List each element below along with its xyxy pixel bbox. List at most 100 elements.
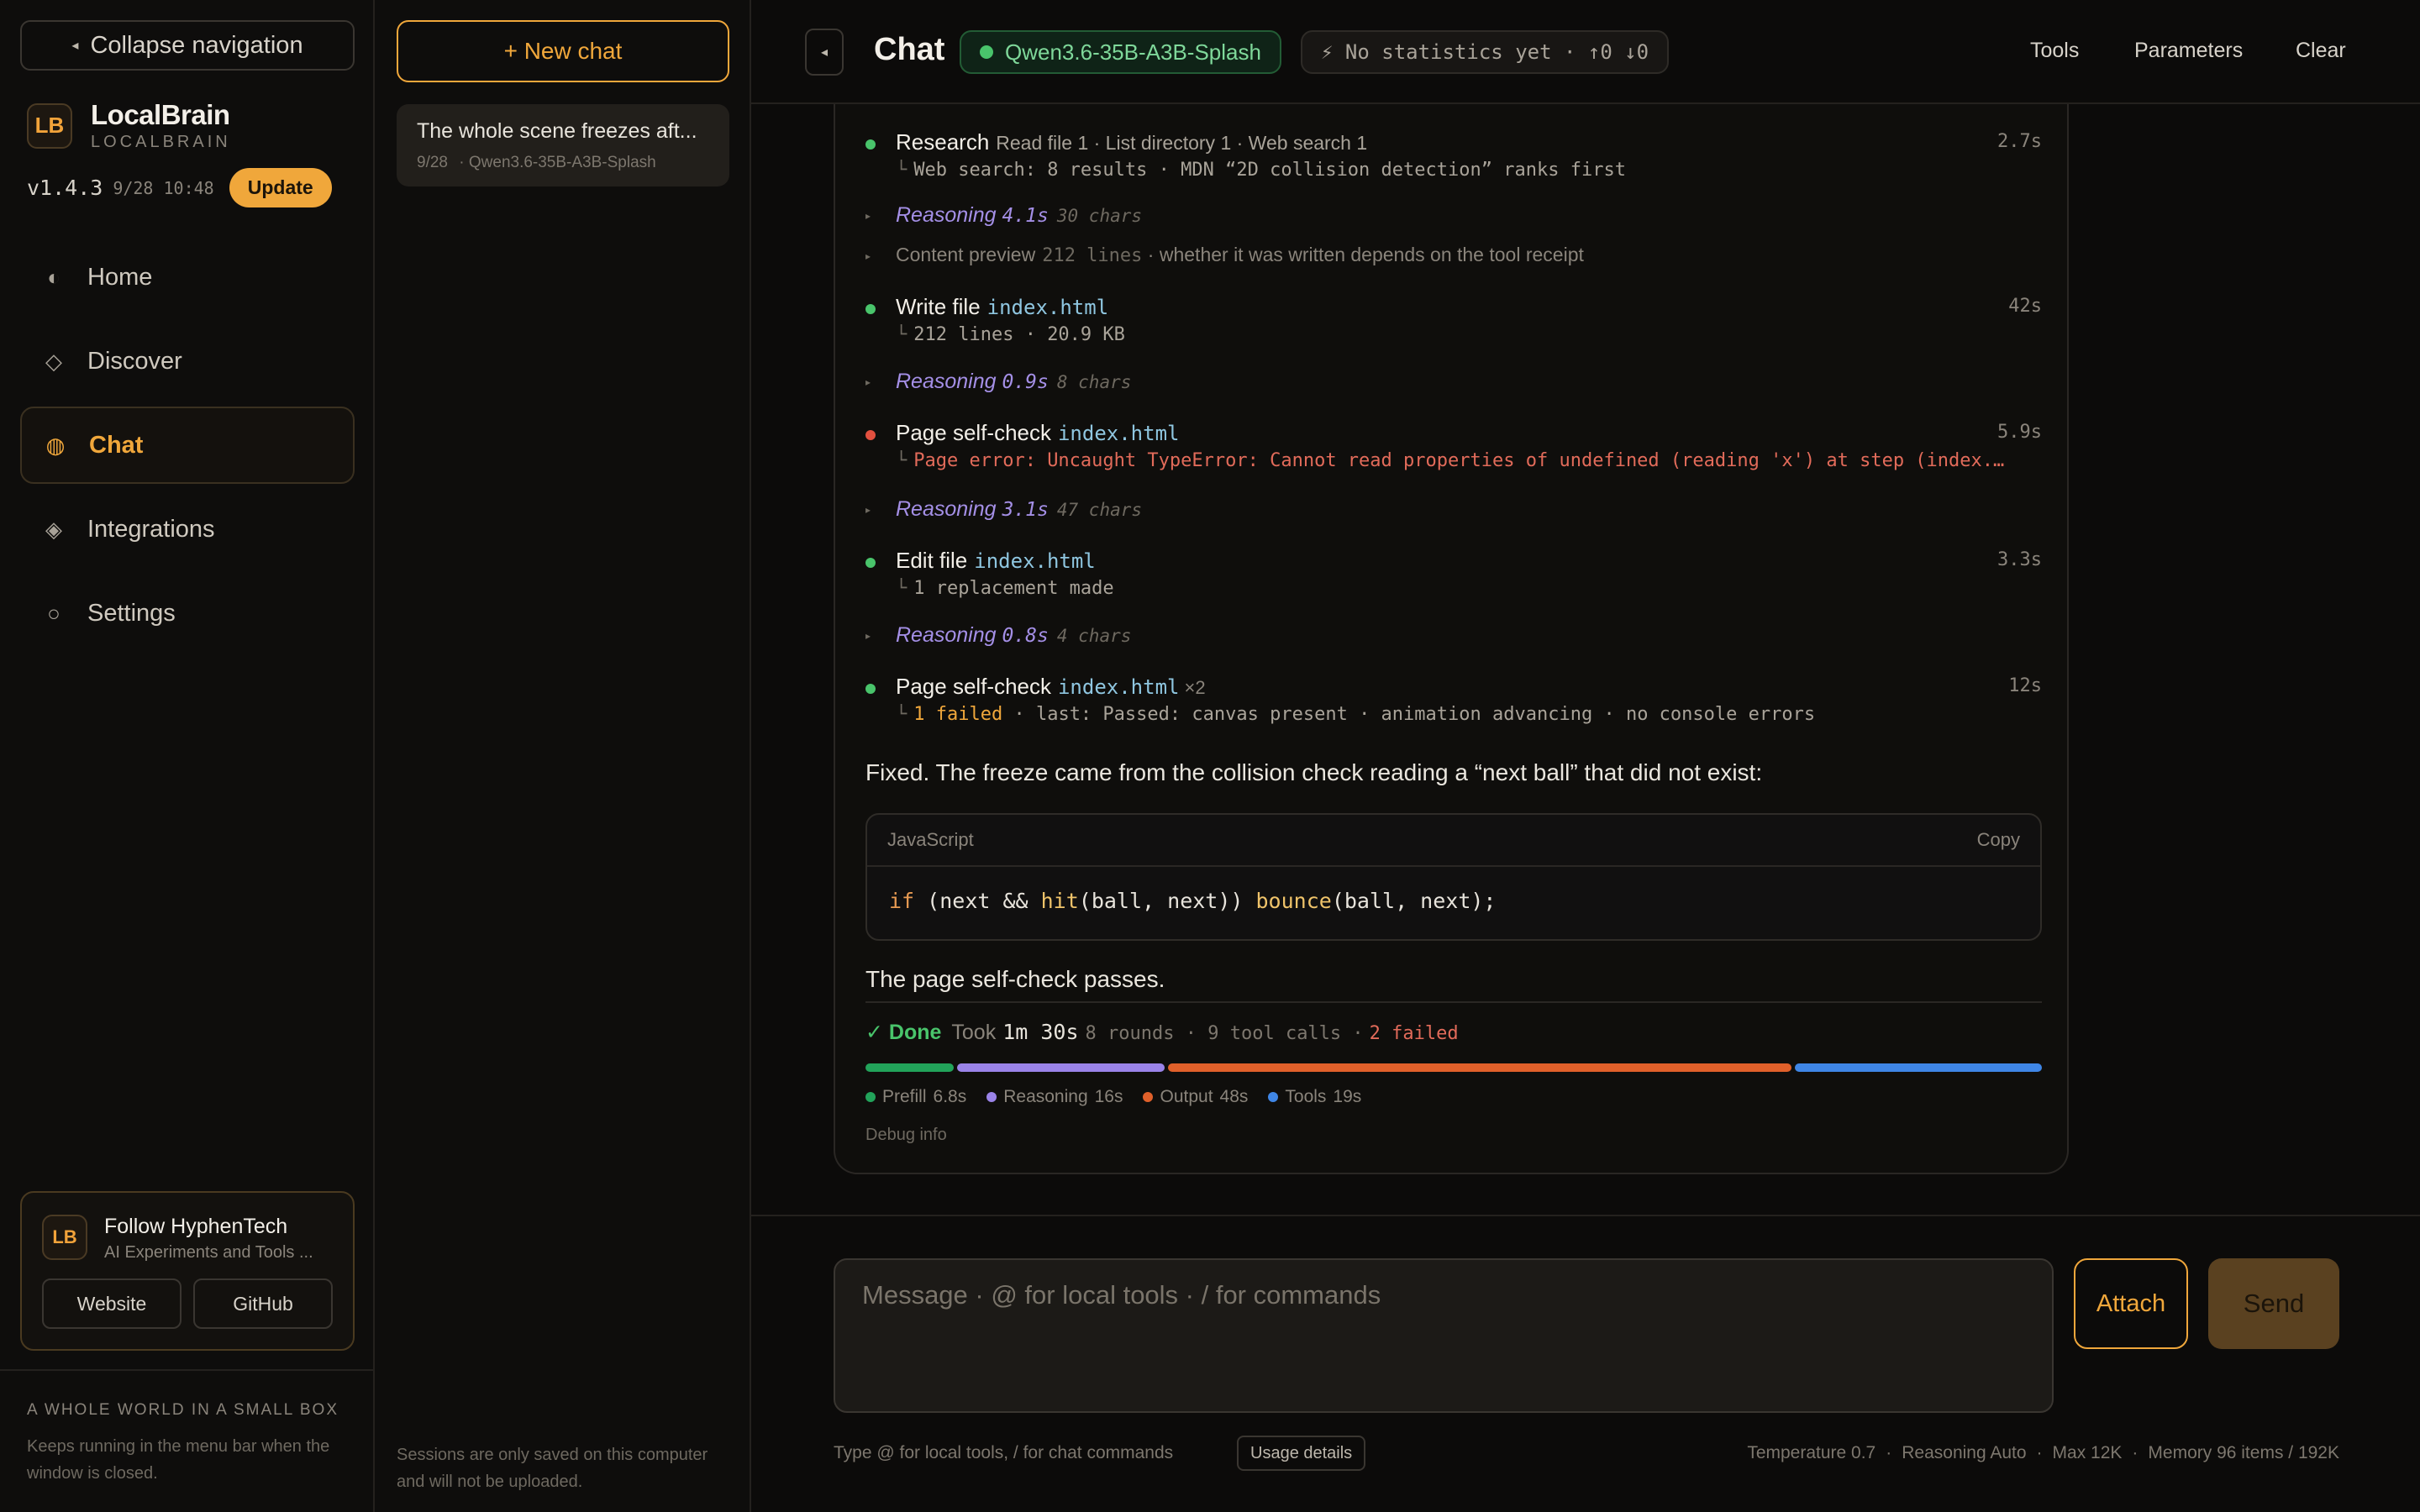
page-title: Chat <box>874 32 945 67</box>
timing-bar <box>865 1063 2043 1072</box>
code-keyword: if <box>889 889 915 913</box>
code-language: JavaScript <box>887 829 974 850</box>
session-meta: 9/28 · Qwen3.6-35B-A3B-Splash <box>417 154 709 172</box>
step-duration: 2.7s <box>1997 131 2042 152</box>
preview-label: Content preview <box>896 244 1036 265</box>
legend-name: Output <box>1160 1087 1213 1106</box>
tools-button[interactable]: Tools <box>2030 39 2079 63</box>
status-ok-icon <box>865 684 876 694</box>
model-settings-summary: Temperature 0.7 · Reasoning Auto · Max 12K · M… <box>1747 1443 2339 1462</box>
model-badge[interactable]: Qwen3.6-35B-A3B-Splash <box>960 30 1281 74</box>
reasoning-chars: 47 chars <box>1056 500 1143 520</box>
legend-prefill: Prefill 6.8s <box>865 1087 966 1107</box>
step-duration: 42s <box>2008 296 2042 317</box>
assistant-message-card: Research Read file 1 · List directory 1 ·… <box>834 104 2069 1174</box>
sidebar-item-label: Home <box>87 263 153 291</box>
done-label: ✓ Done <box>865 1021 942 1044</box>
parameters-button[interactable]: Parameters <box>2134 39 2243 63</box>
globe-icon: ◍ <box>45 432 66 458</box>
message-input[interactable]: Message · @ for local tools · / for comm… <box>834 1258 2054 1413</box>
sessions-note: Sessions are only saved on this computer… <box>397 1446 708 1491</box>
timing-segment-prefill <box>865 1063 955 1072</box>
follow-card: LB Follow HyphenTech AI Experiments and … <box>20 1191 355 1351</box>
chat-main: ◂ Chat Qwen3.6-35B-A3B-Splash ⚡ No stati… <box>751 0 2420 1512</box>
session-model: · Qwen3.6-35B-A3B-Splash <box>459 154 656 171</box>
timing-segment-reasoning <box>957 1063 1165 1072</box>
reasoning-label: Reasoning <box>896 623 997 647</box>
logo-icon: LB <box>27 102 72 149</box>
attach-button[interactable]: Attach <box>2074 1258 2188 1349</box>
sidebar-item-discover[interactable]: ◇ Discover <box>20 323 355 400</box>
tagline: A WHOLE WORLD IN A SMALL BOX <box>27 1401 339 1419</box>
send-button[interactable]: Send <box>2208 1258 2339 1349</box>
sidebar-item-label: Chat <box>89 431 144 459</box>
preview-lines: 212 lines <box>1042 245 1143 266</box>
step-title: Page self-check <box>896 420 1051 445</box>
code-text: (ball, next)) <box>1078 889 1256 913</box>
app-window: ◂ Collapse navigation LB LocalBrain LOCA… <box>0 0 2420 1512</box>
timing-segment-tools <box>1795 1063 2043 1072</box>
caret-right-icon: ▸ <box>865 210 871 222</box>
memory-setting[interactable]: Memory 96 items / 192K <box>2148 1443 2339 1462</box>
reasoning-setting[interactable]: Reasoning Auto <box>1902 1443 2026 1462</box>
code-text: (next && <box>914 889 1041 913</box>
legend-name: Tools <box>1285 1087 1327 1106</box>
sidebar-item-integrations[interactable]: ◈ Integrations <box>20 491 355 568</box>
step-file: index.html <box>1057 422 1180 445</box>
brand-subtitle: LOCALBRAIN <box>91 133 231 151</box>
legend-swatch <box>1143 1092 1154 1102</box>
website-button[interactable]: Website <box>42 1278 182 1329</box>
nav-divider <box>0 1369 375 1371</box>
caret-left-icon: ◂ <box>820 45 829 60</box>
sidebar-item-settings[interactable]: ○ Settings <box>20 575 355 652</box>
legend-name: Prefill <box>882 1087 927 1106</box>
divider <box>865 1001 2042 1003</box>
toggle-sessions-button[interactable]: ◂ <box>805 29 844 76</box>
clear-button[interactable]: Clear <box>2296 39 2346 63</box>
legend-value: 19s <box>1333 1087 1362 1106</box>
step-multiplier: ×2 <box>1184 677 1206 698</box>
legend-value: 16s <box>1094 1087 1123 1106</box>
reasoning-time: 0.9s <box>1002 371 1049 393</box>
status-ok-icon <box>865 304 876 314</box>
sidebar-item-home[interactable]: ◐ Home <box>20 239 355 316</box>
sidebar-item-chat[interactable]: ◍ Chat <box>20 407 355 484</box>
collapse-navigation-label: Collapse navigation <box>90 31 303 59</box>
tagline-subtext: Keeps running in the menu bar when the w… <box>27 1437 330 1483</box>
legend-swatch <box>1268 1092 1279 1102</box>
code-function: hit <box>1040 889 1079 913</box>
brand: LB LocalBrain LOCALBRAIN <box>27 99 231 152</box>
follow-subtitle: AI Experiments and Tools ... <box>104 1243 313 1262</box>
legend-name: Reasoning <box>1003 1087 1088 1106</box>
caret-right-icon: ▸ <box>865 504 871 516</box>
code-content: if (next && hit(ball, next)) bounce(ball… <box>867 867 2040 935</box>
answer-text: The page self-check passes. <box>865 966 1165 992</box>
session-item[interactable]: The whole scene freezes aft... 9/28 · Qw… <box>397 104 729 186</box>
follow-logo-icon: LB <box>42 1215 87 1260</box>
new-chat-button[interactable]: + New chat <box>397 20 729 82</box>
tree-corner-icon: └ <box>896 324 908 345</box>
reasoning-time: 0.8s <box>1002 625 1049 647</box>
sidebar-item-label: Settings <box>87 599 176 627</box>
collapse-navigation-button[interactable]: ◂ Collapse navigation <box>20 20 355 71</box>
copy-code-button[interactable]: Copy <box>1977 829 2020 851</box>
legend-value: 48s <box>1219 1087 1249 1106</box>
status-error-icon <box>865 430 876 440</box>
sessions-panel: + New chat The whole scene freezes aft..… <box>375 0 751 1512</box>
version-row: v1.4.3 9/28 10:48 Update <box>27 168 332 207</box>
debug-info-link[interactable]: Debug info <box>865 1126 947 1145</box>
chat-header: ◂ Chat Qwen3.6-35B-A3B-Splash ⚡ No stati… <box>751 0 2420 104</box>
step-file: index.html <box>1057 675 1180 699</box>
status-dot-icon <box>980 45 993 59</box>
tree-corner-icon: └ <box>896 450 908 471</box>
legend-swatch <box>986 1092 997 1102</box>
update-button[interactable]: Update <box>229 168 332 207</box>
stats-badge: ⚡ No statistics yet · ↑0 ↓0 <box>1301 30 1670 74</box>
temperature-setting[interactable]: Temperature 0.7 <box>1747 1443 1876 1462</box>
follow-title: Follow HyphenTech <box>104 1215 288 1238</box>
max-tokens-setting[interactable]: Max 12K <box>2053 1443 2123 1462</box>
reasoning-time: 4.1s <box>1002 205 1049 227</box>
github-button[interactable]: GitHub <box>193 1278 333 1329</box>
usage-details-button[interactable]: Usage details <box>1237 1436 1366 1471</box>
step-title: Research <box>896 129 990 155</box>
